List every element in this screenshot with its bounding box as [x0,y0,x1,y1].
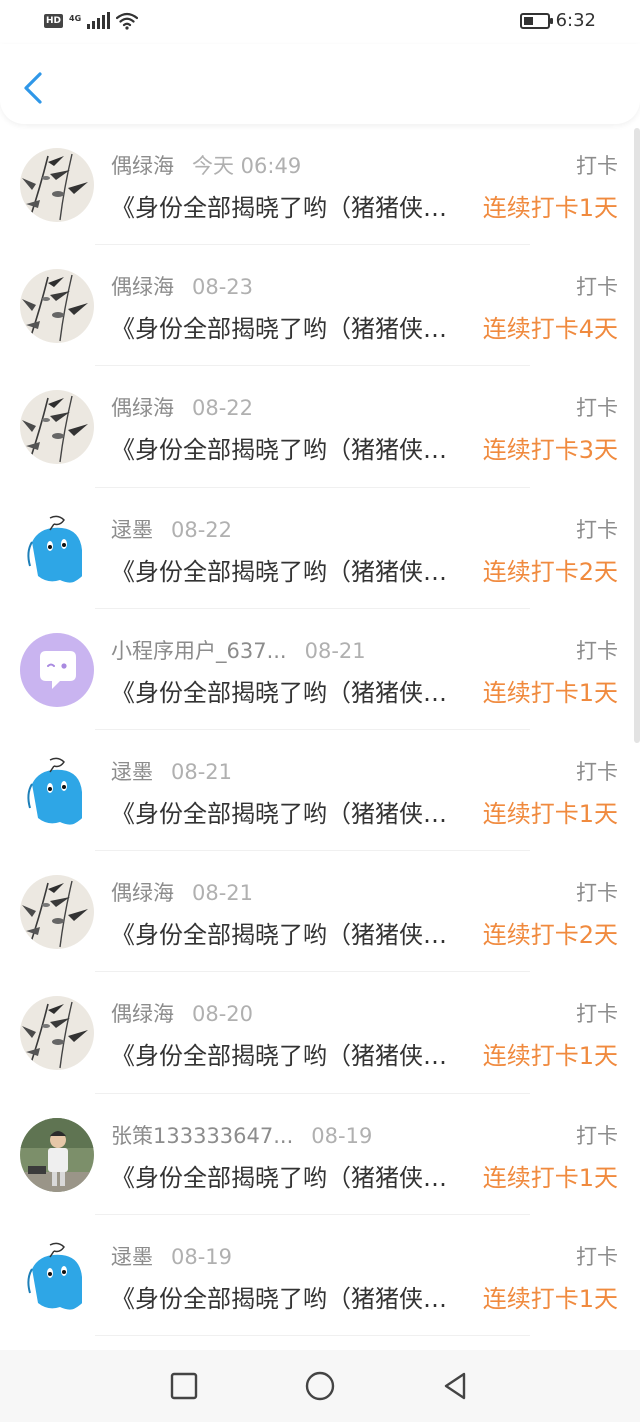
avatar[interactable] [20,269,94,344]
username: 偶绿海 [111,396,174,421]
list-item[interactable]: 逯墨 08-19 打卡《身份全部揭晓了哟（猪猪侠大揭秘 连续打卡1天 [0,1215,640,1336]
username: 偶绿海 [111,1002,174,1027]
header [0,44,640,124]
meta-row: 偶绿海 今天 06:49 [111,152,301,180]
streak-label: 连续打卡1天 [482,1284,618,1313]
meta-row: 张策133333647... 08-19 [111,1122,372,1150]
triangle-back-icon[interactable] [440,1370,472,1402]
list-item[interactable]: 偶绿海 今天 06:49 打卡《身份全部揭晓了哟（猪猪侠大揭秘 连续打卡1天 [0,124,640,246]
signal-icon [87,12,111,29]
streak-label: 连续打卡2天 [482,557,618,586]
timestamp: 08-21 [304,638,366,663]
post-title[interactable]: 《身份全部揭晓了哟（猪猪侠大揭秘 [111,798,463,830]
post-title[interactable]: 《身份全部揭晓了哟（猪猪侠大揭秘 [111,434,463,466]
type-label: 打卡 [576,275,618,300]
username: 偶绿海 [111,881,174,906]
type-label: 打卡 [576,517,618,542]
avatar[interactable] [20,875,94,950]
avatar[interactable] [20,390,94,465]
timestamp: 08-23 [192,275,254,300]
avatar[interactable] [20,148,94,222]
battery-fill [523,16,533,25]
streak-label: 连续打卡4天 [482,315,618,344]
post-title[interactable]: 《身份全部揭晓了哟（猪猪侠大揭秘 [111,919,463,951]
streak-label: 连续打卡3天 [482,436,618,465]
status-left: HD 4G [44,12,139,30]
meta-row: 偶绿海 08-22 [111,394,253,422]
username: 逯墨 [111,517,153,542]
status-right: 6:32 [519,10,596,31]
post-title[interactable]: 《身份全部揭晓了哟（猪猪侠大揭秘 [111,556,463,588]
system-nav-bar [0,1350,640,1422]
meta-row: 小程序用户_637... 08-21 [111,637,366,665]
type-label: 打卡 [576,1123,618,1148]
chevron-left-icon[interactable] [18,70,50,106]
network-type-label: 4G [69,13,82,23]
username: 偶绿海 [111,154,174,178]
list-item[interactable]: 偶绿海 08-23 打卡《身份全部揭晓了哟（猪猪侠大揭秘 连续打卡4天 [0,245,640,367]
timestamp: 08-21 [192,881,254,906]
type-label: 打卡 [576,396,618,421]
post-title[interactable]: 《身份全部揭晓了哟（猪猪侠大揭秘 [111,192,463,224]
list-item[interactable]: 逯墨 08-22 打卡《身份全部揭晓了哟（猪猪侠大揭秘 连续打卡2天 [0,488,640,609]
timestamp: 08-21 [171,759,233,784]
username: 张策133333647... [111,1123,294,1148]
list-item[interactable]: 逯墨 08-21 打卡《身份全部揭晓了哟（猪猪侠大揭秘 连续打卡1天 [0,730,640,852]
status-bar: HD 4G 6:32 [0,0,640,44]
type-label: 打卡 [576,759,618,784]
circle-icon[interactable] [304,1370,336,1402]
post-title[interactable]: 《身份全部揭晓了哟（猪猪侠大揭秘 [111,677,463,709]
avatar[interactable] [20,632,94,707]
avatar[interactable] [20,1238,94,1313]
username: 逯墨 [111,1244,153,1269]
timestamp: 今天 06:49 [192,154,302,178]
meta-row: 逯墨 08-19 [111,1243,232,1271]
clock: 6:32 [555,10,596,31]
username: 偶绿海 [111,275,174,300]
list-item[interactable]: 偶绿海 08-21 打卡《身份全部揭晓了哟（猪猪侠大揭秘 连续打卡2天 [0,851,640,973]
scrollbar[interactable] [634,128,640,743]
streak-label: 连续打卡1天 [482,678,618,707]
list-item[interactable]: 偶绿海 08-20 打卡《身份全部揭晓了哟（猪猪侠大揭秘 连续打卡1天 [0,972,640,1094]
meta-row: 逯墨 08-21 [111,758,232,786]
username: 小程序用户_637... [111,638,287,663]
streak-label: 连续打卡1天 [482,799,618,828]
meta-row: 偶绿海 08-20 [111,1000,253,1028]
post-title[interactable]: 《身份全部揭晓了哟（猪猪侠大揭秘 [111,1040,463,1072]
timestamp: 08-19 [311,1123,373,1148]
meta-row: 逯墨 08-22 [111,516,232,544]
streak-label: 连续打卡1天 [482,1163,618,1192]
post-title[interactable]: 《身份全部揭晓了哟（猪猪侠大揭秘 [111,313,463,345]
type-label: 打卡 [576,881,618,906]
streak-label: 连续打卡1天 [482,1042,618,1071]
streak-label: 连续打卡1天 [482,194,618,222]
battery-icon [519,12,553,29]
type-label: 打卡 [576,1002,618,1027]
avatar[interactable] [20,1117,94,1192]
square-icon[interactable] [168,1370,200,1402]
list-item[interactable]: 小程序用户_637... 08-21 打卡《身份全部揭晓了哟（猪猪侠大揭秘 连续打卡1… [0,609,640,730]
post-title[interactable]: 《身份全部揭晓了哟（猪猪侠大揭秘 [111,1283,463,1315]
avatar[interactable] [20,753,94,828]
divider [95,1334,530,1336]
list-item[interactable]: 张策133333647... 08-19 打卡《身份全部揭晓了哟（猪猪侠大揭秘 连续打… [0,1094,640,1215]
type-label: 打卡 [576,154,618,178]
avatar[interactable] [20,996,94,1071]
timestamp: 08-20 [192,1002,254,1027]
meta-row: 偶绿海 08-21 [111,879,253,907]
avatar[interactable] [20,511,94,586]
streak-label: 连续打卡2天 [482,921,618,950]
meta-row: 偶绿海 08-23 [111,273,253,301]
type-label: 打卡 [576,638,618,663]
list-item[interactable]: 偶绿海 08-22 打卡《身份全部揭晓了哟（猪猪侠大揭秘 连续打卡3天 [0,366,640,488]
post-title[interactable]: 《身份全部揭晓了哟（猪猪侠大揭秘 [111,1162,463,1194]
wifi-icon [116,12,139,30]
checkin-list[interactable]: 偶绿海 今天 06:49 打卡 《身份全部揭晓了哟（猪猪侠大揭秘 连续打卡1天 偶绿海 08… [0,124,640,1350]
type-label: 打卡 [576,1244,618,1269]
timestamp: 08-22 [192,396,254,421]
hd-badge: HD [44,14,64,28]
timestamp: 08-22 [171,517,233,542]
username: 逯墨 [111,759,153,784]
timestamp: 08-19 [171,1244,233,1269]
